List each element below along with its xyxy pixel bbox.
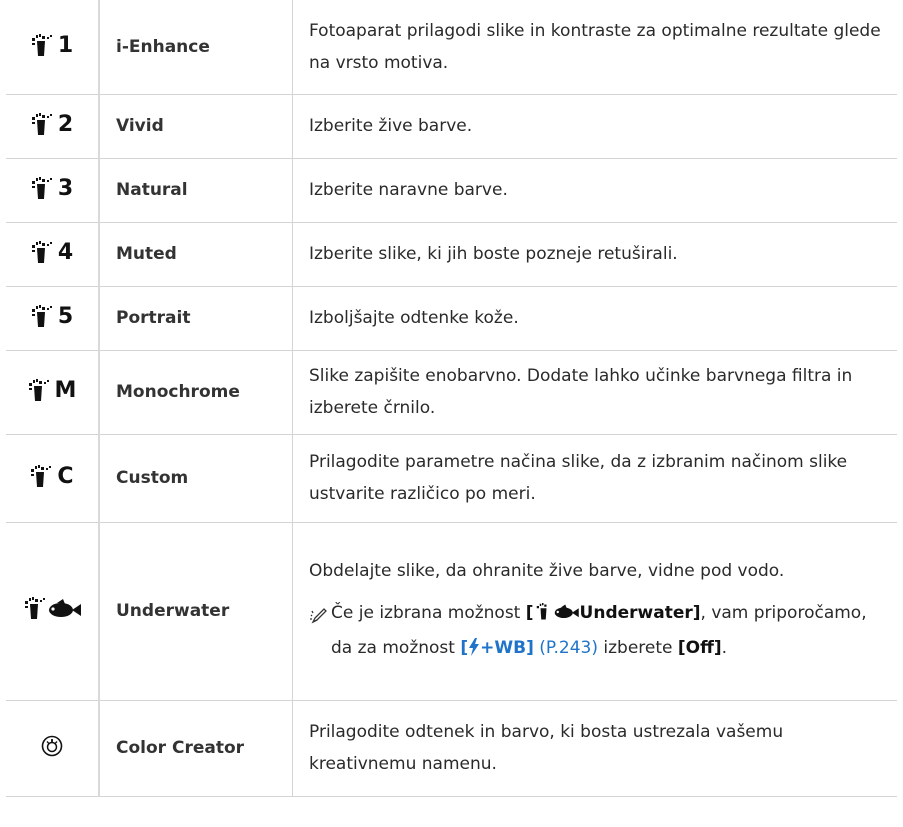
page-reference-link[interactable]: (P.243) [539, 638, 598, 658]
picture-mode-number: C [57, 463, 74, 489]
mode-name: Color Creator [99, 700, 293, 797]
table-row: 1 i-Enhance Fotoaparat prilagodi slike in … [6, 0, 897, 95]
underwater-option-label: Underwater] [579, 603, 701, 623]
mode-description: Prilagodite parametre načina slike, da z… [292, 434, 897, 523]
picture-mode-number: 5 [57, 303, 74, 329]
mode-name: Vivid [99, 94, 293, 159]
picture-mode-icon: C [30, 463, 74, 489]
table-row: Color Creator Prilagodite odtenek in bar… [6, 700, 897, 797]
mode-description: Fotoaparat prilagodi slike in kontraste … [292, 0, 897, 95]
mode-icon-cell: 5 [6, 286, 100, 351]
mode-name: i-Enhance [99, 0, 293, 95]
mode-icon-cell: 2 [6, 94, 100, 159]
table-row: C Custom Prilagodite parametre načina slik… [6, 434, 897, 523]
mode-name: Muted [99, 222, 293, 287]
picture-mode-number: 1 [57, 32, 74, 58]
table-row: 2 Vivid Izberite žive barve. [6, 94, 897, 159]
flash-icon [468, 635, 480, 667]
picture-mode-icon: 4 [31, 240, 73, 265]
mode-icon-cell: 3 [6, 158, 100, 223]
mode-name: Custom [99, 434, 293, 523]
mode-icon-cell [6, 700, 100, 797]
underwater-note: Če je izbrana možnost [Underwater], vam … [309, 597, 881, 667]
hint-pencil-icon [309, 597, 331, 667]
picture-mode-icon: 5 [31, 304, 73, 329]
underwater-fish-icon [23, 597, 81, 621]
picture-mode-icon: 2 [31, 112, 73, 137]
mode-description: Slike zapišite enobarvno. Dodate lahko u… [292, 350, 897, 435]
mode-icon-cell: 4 [6, 222, 100, 287]
off-option-label: [Off] [677, 638, 722, 658]
underwater-description: Obdelajte slike, da ohranite žive barve,… [309, 561, 785, 581]
table-row: 4 Muted Izberite slike, ki jih boste pozne… [6, 222, 897, 287]
mode-name: Natural [99, 158, 293, 223]
picture-mode-number: 3 [57, 175, 74, 201]
table-row: 5 Portrait Izboljšajte odtenke kože. [6, 286, 897, 351]
table-row: Underwater Obdelajte slike, da ohranite … [6, 522, 897, 701]
picture-mode-icon: 3 [31, 176, 73, 201]
picture-mode-number: M [54, 377, 77, 403]
mode-icon-cell: 1 [6, 0, 100, 95]
picture-mode-number: 4 [57, 239, 74, 265]
mode-description: Izberite žive barve. [292, 94, 897, 159]
table-row: 3 Natural Izberite naravne barve. [6, 158, 897, 223]
picture-mode-icon: 1 [31, 33, 73, 58]
picture-mode-table: 1 i-Enhance Fotoaparat prilagodi slike in … [6, 0, 897, 797]
mode-description: Obdelajte slike, da ohranite žive barve,… [292, 522, 897, 701]
mode-name: Portrait [99, 286, 293, 351]
underwater-fish-icon [534, 600, 580, 632]
color-creator-dial-icon [41, 735, 63, 757]
flash-wb-label[interactable]: +WB] [480, 638, 534, 658]
mode-name: Underwater [99, 522, 293, 701]
picture-mode-number: 2 [57, 111, 74, 137]
table-row: M Monochrome Slike zapišite enobarvno. Dod… [6, 350, 897, 435]
mode-icon-cell: M [6, 350, 100, 435]
mode-description: Izberite slike, ki jih boste pozneje ret… [292, 222, 897, 287]
mode-icon-cell: C [6, 434, 100, 523]
mode-name: Monochrome [99, 350, 293, 435]
mode-description: Izboljšajte odtenke kože. [292, 286, 897, 351]
mode-icon-cell [6, 522, 100, 701]
mode-description: Prilagodite odtenek in barvo, ki bosta u… [292, 700, 897, 797]
mode-description: Izberite naravne barve. [292, 158, 897, 223]
picture-mode-icon: M [28, 377, 77, 403]
